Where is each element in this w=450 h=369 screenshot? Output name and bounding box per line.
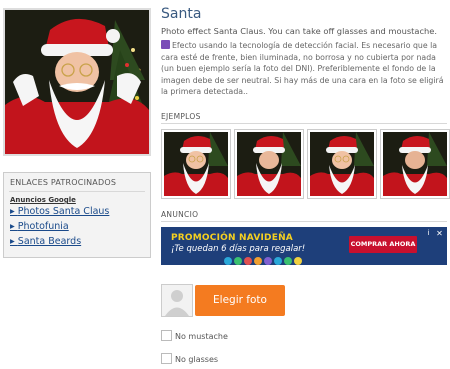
example-thumbnail[interactable] <box>307 129 377 199</box>
example-thumbnail[interactable] <box>234 129 304 199</box>
divider <box>161 123 447 124</box>
example-image <box>237 132 301 196</box>
option-label: No mustache <box>175 332 228 341</box>
sponsored-link-label[interactable]: Photos Santa Claus <box>18 206 110 217</box>
sponsored-links-box: ENLACES PATROCINADOS Anuncios Google ▸ P… <box>3 172 151 258</box>
option-no-mustache[interactable]: No mustache <box>161 330 228 341</box>
ad-banner[interactable]: PROMOCIÓN NAVIDEÑA ¡Te quedan 6 días par… <box>161 227 447 265</box>
example-thumbnail[interactable] <box>161 129 231 199</box>
buy-now-button[interactable]: COMPRAR AHORA <box>349 236 417 253</box>
effect-subtitle: Photo effect Santa Claus. You can take o… <box>161 26 438 36</box>
info-icon <box>161 40 170 49</box>
info-icon[interactable]: i <box>424 229 433 238</box>
sponsored-link[interactable]: ▸ Photos Santa Claus <box>4 204 150 219</box>
effect-preview-image <box>3 8 151 156</box>
examples-gallery <box>161 129 450 199</box>
sponsored-link-label[interactable]: Photofunia <box>18 221 69 232</box>
avatar <box>161 284 193 317</box>
checkbox[interactable] <box>161 353 172 364</box>
sponsored-links-heading: ENLACES PATROCINADOS <box>10 178 117 187</box>
divider <box>161 221 447 222</box>
ad-heading: ANUNCIO <box>161 210 199 219</box>
left-column <box>3 8 151 156</box>
choose-photo-button[interactable]: Elegir foto <box>195 285 285 316</box>
option-label: No glasses <box>175 355 219 364</box>
examples-heading: EJEMPLOS <box>161 112 201 121</box>
sponsored-link[interactable]: ▸ Santa Beards <box>4 234 150 249</box>
effect-description: Efecto usando la tecnología de detección… <box>161 40 446 98</box>
checkbox[interactable] <box>161 330 172 341</box>
ad-headline: PROMOCIÓN NAVIDEÑA <box>171 233 293 243</box>
example-image <box>164 132 228 196</box>
example-image <box>383 132 447 196</box>
description-text: Efecto usando la tecnología de detección… <box>161 41 444 96</box>
ad-tagline: ¡Te quedan 6 días para regalar! <box>171 244 306 254</box>
close-icon[interactable]: ✕ <box>435 229 444 238</box>
example-thumbnail[interactable] <box>380 129 450 199</box>
google-ads-label[interactable]: Anuncios Google <box>4 192 150 204</box>
sponsored-link[interactable]: ▸ Photofunia <box>4 219 150 234</box>
option-no-glasses[interactable]: No glasses <box>161 353 218 364</box>
sponsored-link-label[interactable]: Santa Beards <box>18 236 81 247</box>
ad-decoration <box>224 257 302 265</box>
page-title: Santa <box>161 6 202 22</box>
example-image <box>310 132 374 196</box>
